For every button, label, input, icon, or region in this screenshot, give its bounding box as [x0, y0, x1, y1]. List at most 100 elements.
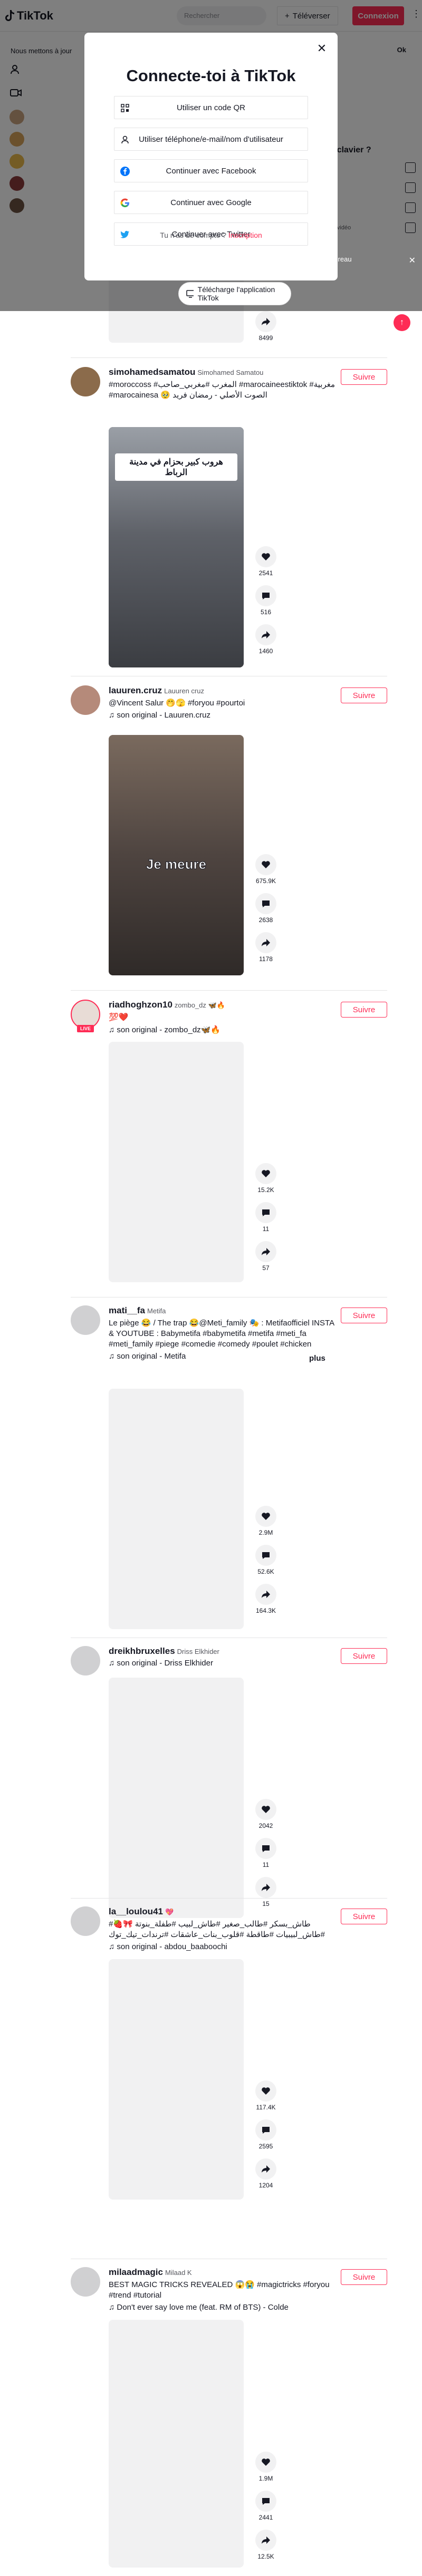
comment-icon[interactable] — [255, 893, 276, 914]
music-label: ♫ Don't ever say love me (feat. RM of BT… — [109, 2303, 289, 2312]
scroll-to-top-button[interactable]: ↑ — [394, 314, 410, 331]
user-avatar[interactable] — [71, 685, 100, 715]
share-action[interactable]: 57 — [253, 1241, 279, 1272]
heart-icon[interactable] — [255, 2080, 276, 2102]
comment-count: 52.6K — [257, 1568, 274, 1575]
share-icon[interactable] — [255, 2158, 276, 2180]
post-meta: riadhoghzon10 zombo_dz 🦋🔥 💯❤️ ♫ son origi… — [109, 1000, 341, 1034]
comment-count: 516 — [260, 608, 272, 616]
download-app-bar[interactable]: Télécharge l'application TikTok — [178, 282, 291, 305]
post-video[interactable] — [109, 1042, 244, 1282]
login-option-qr[interactable]: Utiliser un code QR — [114, 96, 308, 119]
share-icon[interactable] — [255, 2530, 276, 2551]
post-video[interactable] — [109, 2320, 244, 2568]
like-action[interactable]: 675.9K — [253, 854, 279, 885]
comment-icon[interactable] — [255, 585, 276, 606]
follow-button[interactable]: Suivre — [341, 2269, 387, 2285]
music-title[interactable]: Don't ever say love me (feat. RM of BTS)… — [117, 2303, 288, 2312]
follow-button[interactable]: Suivre — [341, 369, 387, 385]
nickname: zombo_dz 🦋🔥 — [174, 1001, 225, 1009]
share-icon[interactable] — [255, 932, 276, 953]
follow-button[interactable]: Suivre — [341, 1002, 387, 1018]
like-action[interactable]: 2042 — [253, 1799, 279, 1829]
comment-icon[interactable] — [255, 1202, 276, 1223]
heart-icon[interactable] — [255, 854, 276, 875]
share-action[interactable]: 164.3K — [253, 1584, 279, 1614]
user-avatar[interactable] — [71, 2267, 100, 2297]
video-thumbnail — [109, 735, 244, 975]
login-option-label: Continuer avec Google — [170, 198, 252, 207]
user-avatar[interactable] — [71, 1646, 100, 1676]
username[interactable]: dreikhbruxelles — [109, 1646, 175, 1656]
comment-icon[interactable] — [255, 1838, 276, 1859]
user-avatar[interactable] — [71, 1906, 100, 1936]
nickname: Simohamed Samatou — [197, 369, 264, 376]
share-icon[interactable] — [255, 1241, 276, 1262]
comment-action[interactable]: 11 — [253, 1202, 279, 1233]
monitor-icon — [186, 290, 194, 298]
username[interactable]: la__loulou41 — [109, 1906, 163, 1916]
heart-icon[interactable] — [255, 1163, 276, 1184]
heart-icon[interactable] — [255, 1799, 276, 1820]
post-video[interactable] — [109, 1959, 244, 2200]
comment-action[interactable]: 2638 — [253, 893, 279, 924]
username[interactable]: mati__fa — [109, 1305, 145, 1315]
post-video[interactable]: هروب كبير بحزام في مدينة الرباط — [109, 427, 244, 667]
like-action[interactable]: 1.9M — [253, 2452, 279, 2482]
login-option-phone-email[interactable]: Utiliser téléphone/e-mail/nom d'utilisat… — [114, 128, 308, 151]
share-icon[interactable] — [255, 1584, 276, 1605]
heart-icon[interactable] — [255, 2452, 276, 2473]
post-video[interactable]: Je meure — [109, 735, 244, 975]
like-action[interactable]: 117.4K — [253, 2080, 279, 2111]
share-icon[interactable] — [255, 1877, 276, 1898]
follow-button[interactable]: Suivre — [341, 687, 387, 703]
login-option-google[interactable]: Continuer avec Google — [114, 191, 308, 214]
follow-button[interactable]: Suivre — [341, 1648, 387, 1664]
nickname: 💖 — [165, 1908, 174, 1916]
user-avatar[interactable] — [71, 367, 100, 396]
comment-icon[interactable] — [255, 2491, 276, 2512]
share-icon[interactable] — [255, 311, 276, 332]
comment-action[interactable]: 516 — [253, 585, 279, 616]
share-action[interactable]: 1460 — [253, 624, 279, 655]
post-video[interactable] — [109, 1389, 244, 1629]
heart-icon[interactable] — [255, 546, 276, 567]
comment-icon[interactable] — [255, 1545, 276, 1566]
username[interactable]: milaadmagic — [109, 2267, 163, 2277]
like-action[interactable]: 15.2K — [253, 1163, 279, 1194]
close-icon[interactable]: ✕ — [315, 42, 328, 55]
share-action[interactable]: 8499 — [253, 311, 279, 342]
share-action[interactable]: 1178 — [253, 932, 279, 963]
comment-count: 2441 — [258, 2514, 273, 2521]
comment-action[interactable]: 11 — [253, 1838, 279, 1868]
follow-button[interactable]: Suivre — [341, 1308, 387, 1323]
comment-action[interactable]: 52.6K — [253, 1545, 279, 1575]
signup-link[interactable]: Inscription — [228, 231, 262, 239]
username[interactable]: simohamedsamatou — [109, 367, 195, 377]
close-icon[interactable]: ✕ — [409, 255, 416, 266]
share-action[interactable]: 15 — [253, 1877, 279, 1907]
like-action[interactable]: 2.9M — [253, 1506, 279, 1536]
music-title[interactable]: son original - zombo_dz🦋🔥 — [117, 1025, 220, 1034]
user-avatar[interactable] — [71, 1305, 100, 1335]
comment-icon[interactable] — [255, 2119, 276, 2141]
like-action[interactable]: 2541 — [253, 546, 279, 577]
post-video[interactable] — [109, 1678, 244, 1918]
music-title[interactable]: son original - abdou_baaboochi — [117, 1942, 227, 1951]
share-count: 8499 — [258, 334, 273, 342]
comment-action[interactable]: 2595 — [253, 2119, 279, 2150]
caption-more-link[interactable]: plus — [309, 1354, 325, 1363]
heart-icon[interactable] — [255, 1506, 276, 1527]
comment-action[interactable]: 2441 — [253, 2491, 279, 2521]
share-action[interactable]: 1204 — [253, 2158, 279, 2189]
music-title[interactable]: son original - Driss Elkhider — [117, 1659, 213, 1668]
post-caption: #moroccoss #المغرب #مغربي_صاحب #marocain… — [109, 380, 335, 400]
share-action[interactable]: 12.5K — [253, 2530, 279, 2560]
music-title[interactable]: son original - Lauuren.cruz — [117, 711, 210, 720]
follow-button[interactable]: Suivre — [341, 1909, 387, 1924]
username[interactable]: lauuren.cruz — [109, 685, 162, 695]
share-icon[interactable] — [255, 624, 276, 645]
music-title[interactable]: son original - Metifa — [117, 1352, 186, 1361]
username[interactable]: riadhoghzon10 — [109, 1000, 172, 1010]
login-option-facebook[interactable]: Continuer avec Facebook — [114, 159, 308, 182]
